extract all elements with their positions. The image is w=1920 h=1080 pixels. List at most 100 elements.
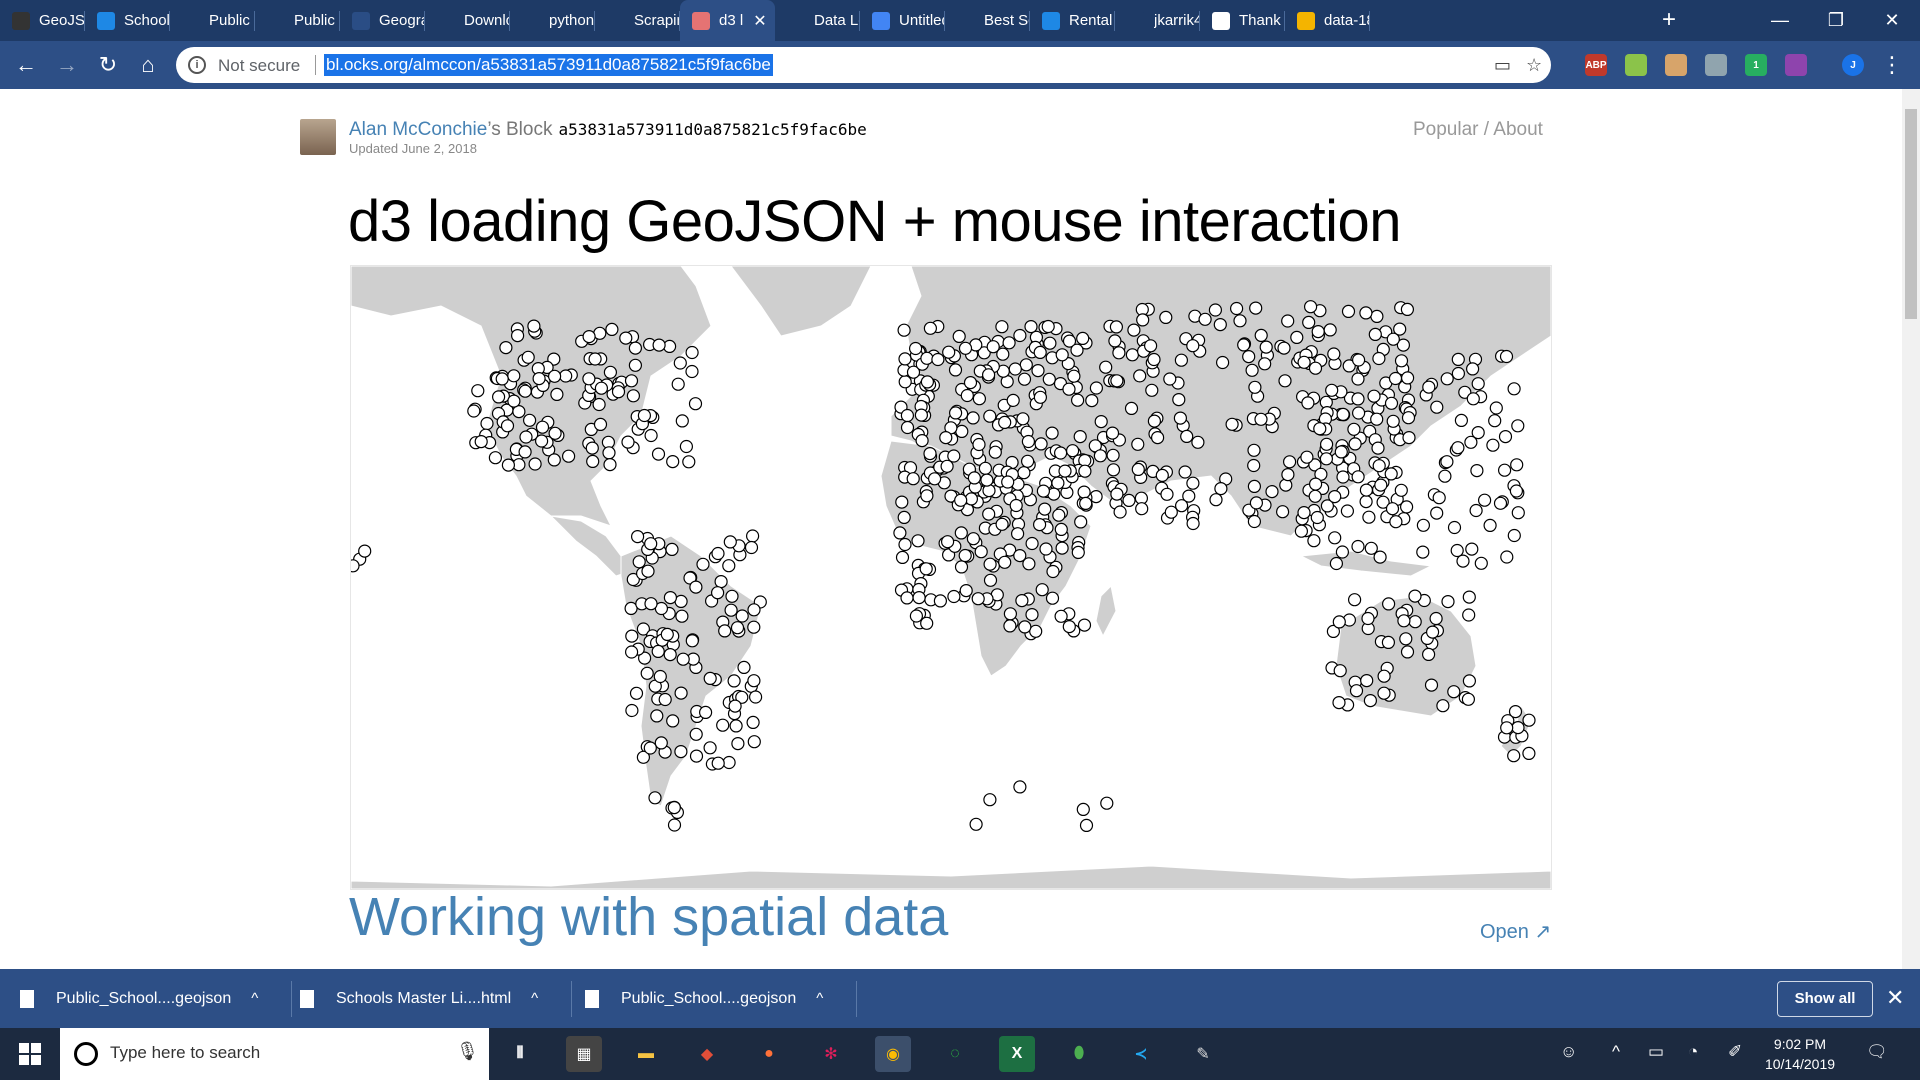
- city-marker[interactable]: [474, 435, 488, 449]
- city-marker[interactable]: [1451, 441, 1465, 455]
- city-marker[interactable]: [495, 372, 509, 386]
- city-marker[interactable]: [1054, 522, 1068, 536]
- city-marker[interactable]: [1462, 674, 1477, 688]
- city-marker[interactable]: [1025, 608, 1039, 622]
- city-marker[interactable]: [1466, 392, 1480, 406]
- city-marker[interactable]: [1085, 394, 1099, 408]
- city-marker[interactable]: [1282, 455, 1297, 469]
- city-marker[interactable]: [920, 489, 934, 503]
- city-marker[interactable]: [528, 457, 542, 471]
- city-marker[interactable]: [942, 345, 956, 359]
- city-marker[interactable]: [1032, 518, 1047, 532]
- city-marker[interactable]: [1400, 645, 1415, 659]
- city-marker[interactable]: [1254, 412, 1268, 426]
- city-marker[interactable]: [1035, 583, 1049, 597]
- city-marker[interactable]: [1079, 818, 1094, 833]
- city-marker[interactable]: [582, 372, 596, 386]
- city-marker[interactable]: [1281, 314, 1295, 328]
- city-marker[interactable]: [1399, 632, 1413, 646]
- city-marker[interactable]: [898, 352, 912, 366]
- download-item[interactable]: Schools Master Li....html ^: [300, 969, 572, 1028]
- city-marker[interactable]: [1313, 422, 1327, 436]
- city-marker[interactable]: [535, 420, 550, 434]
- city-marker[interactable]: [747, 674, 761, 688]
- city-marker[interactable]: [1393, 322, 1407, 336]
- city-marker[interactable]: [1076, 802, 1090, 817]
- city-marker[interactable]: [1054, 609, 1068, 623]
- city-marker[interactable]: [1015, 594, 1029, 608]
- city-marker[interactable]: [1003, 607, 1018, 621]
- city-marker[interactable]: [1281, 468, 1295, 482]
- city-marker[interactable]: [1474, 556, 1488, 570]
- city-marker[interactable]: [1180, 429, 1194, 443]
- city-marker[interactable]: [696, 557, 710, 571]
- city-marker[interactable]: [1277, 341, 1291, 355]
- city-marker[interactable]: [1400, 302, 1415, 317]
- city-marker[interactable]: [731, 737, 745, 751]
- city-marker[interactable]: [625, 645, 639, 659]
- city-marker[interactable]: [1025, 536, 1039, 551]
- minimize-window-icon[interactable]: —: [1752, 0, 1808, 41]
- city-marker[interactable]: [1279, 478, 1293, 492]
- city-marker[interactable]: [939, 431, 953, 445]
- city-marker[interactable]: [954, 560, 969, 574]
- city-marker[interactable]: [1461, 692, 1476, 706]
- city-marker[interactable]: [1372, 351, 1386, 366]
- city-marker[interactable]: [603, 365, 617, 379]
- city-marker[interactable]: [995, 320, 1009, 334]
- city-marker[interactable]: [900, 408, 915, 423]
- city-marker[interactable]: [1143, 339, 1158, 353]
- city-marker[interactable]: [1421, 647, 1436, 661]
- city-marker[interactable]: [971, 592, 985, 606]
- city-marker[interactable]: [1110, 374, 1124, 388]
- city-marker[interactable]: [500, 419, 515, 433]
- city-marker[interactable]: [626, 389, 640, 403]
- city-marker[interactable]: [1336, 407, 1350, 421]
- city-marker[interactable]: [1336, 470, 1350, 484]
- city-marker[interactable]: [1290, 330, 1304, 345]
- paint-icon[interactable]: ✎: [1185, 1036, 1221, 1072]
- city-marker[interactable]: [1388, 371, 1403, 386]
- city-marker[interactable]: [689, 580, 703, 594]
- city-marker[interactable]: [1020, 454, 1035, 468]
- city-marker[interactable]: [1074, 515, 1088, 529]
- city-marker[interactable]: [1370, 309, 1384, 324]
- city-marker[interactable]: [1432, 491, 1446, 505]
- city-marker[interactable]: [983, 409, 997, 423]
- city-marker[interactable]: [511, 328, 525, 343]
- city-marker[interactable]: [1385, 502, 1400, 516]
- pen-icon[interactable]: ✐: [1728, 1042, 1742, 1062]
- city-marker[interactable]: [958, 548, 972, 563]
- city-marker[interactable]: [507, 369, 521, 383]
- city-marker[interactable]: [1359, 495, 1373, 509]
- city-marker[interactable]: [1042, 372, 1056, 386]
- city-marker[interactable]: [1389, 515, 1403, 529]
- browser-tab[interactable]: Downlo: [425, 0, 510, 41]
- browser-tab[interactable]: Public S: [170, 0, 255, 41]
- city-marker[interactable]: [1351, 539, 1365, 554]
- city-marker[interactable]: [747, 603, 761, 617]
- city-marker[interactable]: [1486, 438, 1500, 452]
- bookmark-star-icon[interactable]: ☆: [1526, 55, 1542, 76]
- city-marker[interactable]: [1359, 483, 1374, 497]
- city-marker[interactable]: [1465, 362, 1480, 376]
- city-marker[interactable]: [632, 555, 646, 569]
- city-marker[interactable]: [1164, 505, 1178, 519]
- city-marker[interactable]: [535, 434, 549, 448]
- city-marker[interactable]: [1089, 381, 1104, 395]
- city-marker[interactable]: [1076, 331, 1090, 346]
- city-marker[interactable]: [1422, 380, 1436, 394]
- browser-tab[interactable]: Data Lo: [775, 0, 860, 41]
- city-marker[interactable]: [1454, 413, 1469, 427]
- city-marker[interactable]: [1237, 338, 1251, 352]
- city-marker[interactable]: [914, 408, 929, 422]
- city-marker[interactable]: [1416, 518, 1431, 532]
- city-marker[interactable]: [1359, 306, 1373, 320]
- city-marker[interactable]: [1394, 483, 1408, 497]
- city-marker[interactable]: [682, 455, 696, 469]
- city-marker[interactable]: [727, 674, 741, 688]
- city-marker[interactable]: [1043, 336, 1057, 350]
- city-marker[interactable]: [1018, 620, 1032, 634]
- restore-window-icon[interactable]: ❐: [1808, 0, 1864, 41]
- city-marker[interactable]: [1301, 396, 1315, 410]
